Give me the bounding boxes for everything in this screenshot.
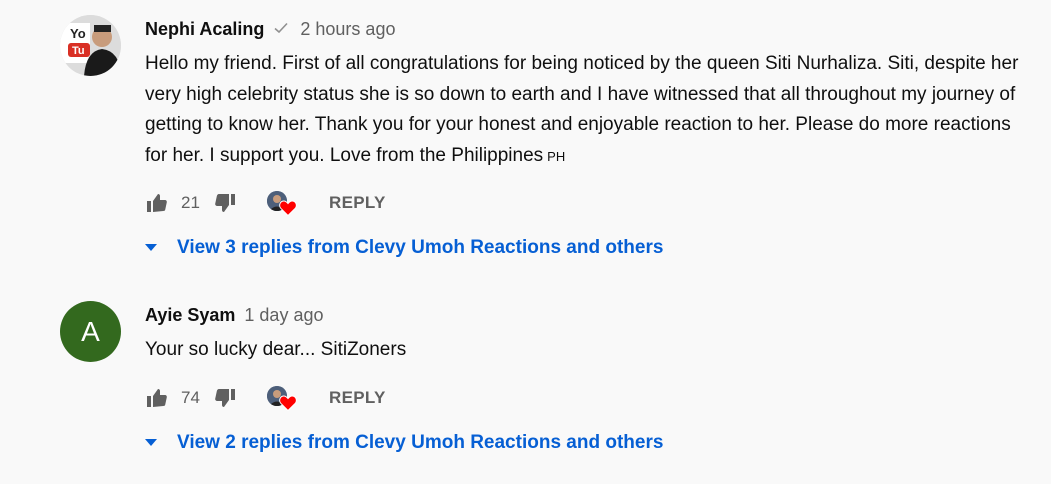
heart-icon xyxy=(279,395,297,416)
view-replies-button[interactable]: View 3 replies from Clevy Umoh Reactions… xyxy=(145,233,663,263)
author-avatar[interactable]: Yo Tu xyxy=(60,15,121,76)
comment-text: Your so lucky dear... SitiZoners xyxy=(145,335,1035,366)
svg-text:Tu: Tu xyxy=(72,45,85,57)
view-replies-label: View 2 replies from Clevy Umoh Reactions… xyxy=(177,432,664,453)
svg-text:Yo: Yo xyxy=(70,26,86,41)
comment-timestamp[interactable]: 2 hours ago xyxy=(300,19,395,39)
author-avatar[interactable]: A xyxy=(60,301,121,362)
dislike-icon[interactable] xyxy=(213,191,237,215)
view-replies-label: View 3 replies from Clevy Umoh Reactions… xyxy=(177,237,664,258)
comment-body: Your so lucky dear... SitiZoners xyxy=(145,339,407,360)
like-count: 74 xyxy=(181,388,200,407)
reply-button[interactable]: REPLY xyxy=(329,388,386,408)
creator-heart xyxy=(267,384,299,412)
flag-label: PH xyxy=(547,148,566,164)
check-icon xyxy=(273,18,289,42)
comment-text: Hello my friend. First of all congratula… xyxy=(145,49,1035,172)
dislike-icon[interactable] xyxy=(213,386,237,410)
comment-timestamp[interactable]: 1 day ago xyxy=(244,305,323,325)
avatar-letter: A xyxy=(81,315,100,347)
comment-header: Nephi Acaling 2 hours ago xyxy=(145,17,395,42)
creator-heart xyxy=(267,189,299,217)
heart-icon xyxy=(279,200,297,221)
comment-header: Ayie Syam 1 day ago xyxy=(145,303,323,327)
reply-button[interactable]: REPLY xyxy=(329,193,386,213)
author-name[interactable]: Nephi Acaling xyxy=(145,19,264,39)
comment-actions: 21 REPLY xyxy=(145,188,386,218)
like-count: 21 xyxy=(181,193,200,212)
like-icon[interactable] xyxy=(145,386,169,410)
caret-down-icon xyxy=(145,439,157,447)
comment-body: Hello my friend. First of all congratula… xyxy=(145,53,1019,166)
caret-down-icon xyxy=(145,244,157,252)
comment-actions: 74 REPLY xyxy=(145,383,386,413)
author-name[interactable]: Ayie Syam xyxy=(145,305,235,325)
view-replies-button[interactable]: View 2 replies from Clevy Umoh Reactions… xyxy=(145,428,663,458)
avatar-photo-icon: Yo Tu xyxy=(60,15,121,76)
like-icon[interactable] xyxy=(145,191,169,215)
